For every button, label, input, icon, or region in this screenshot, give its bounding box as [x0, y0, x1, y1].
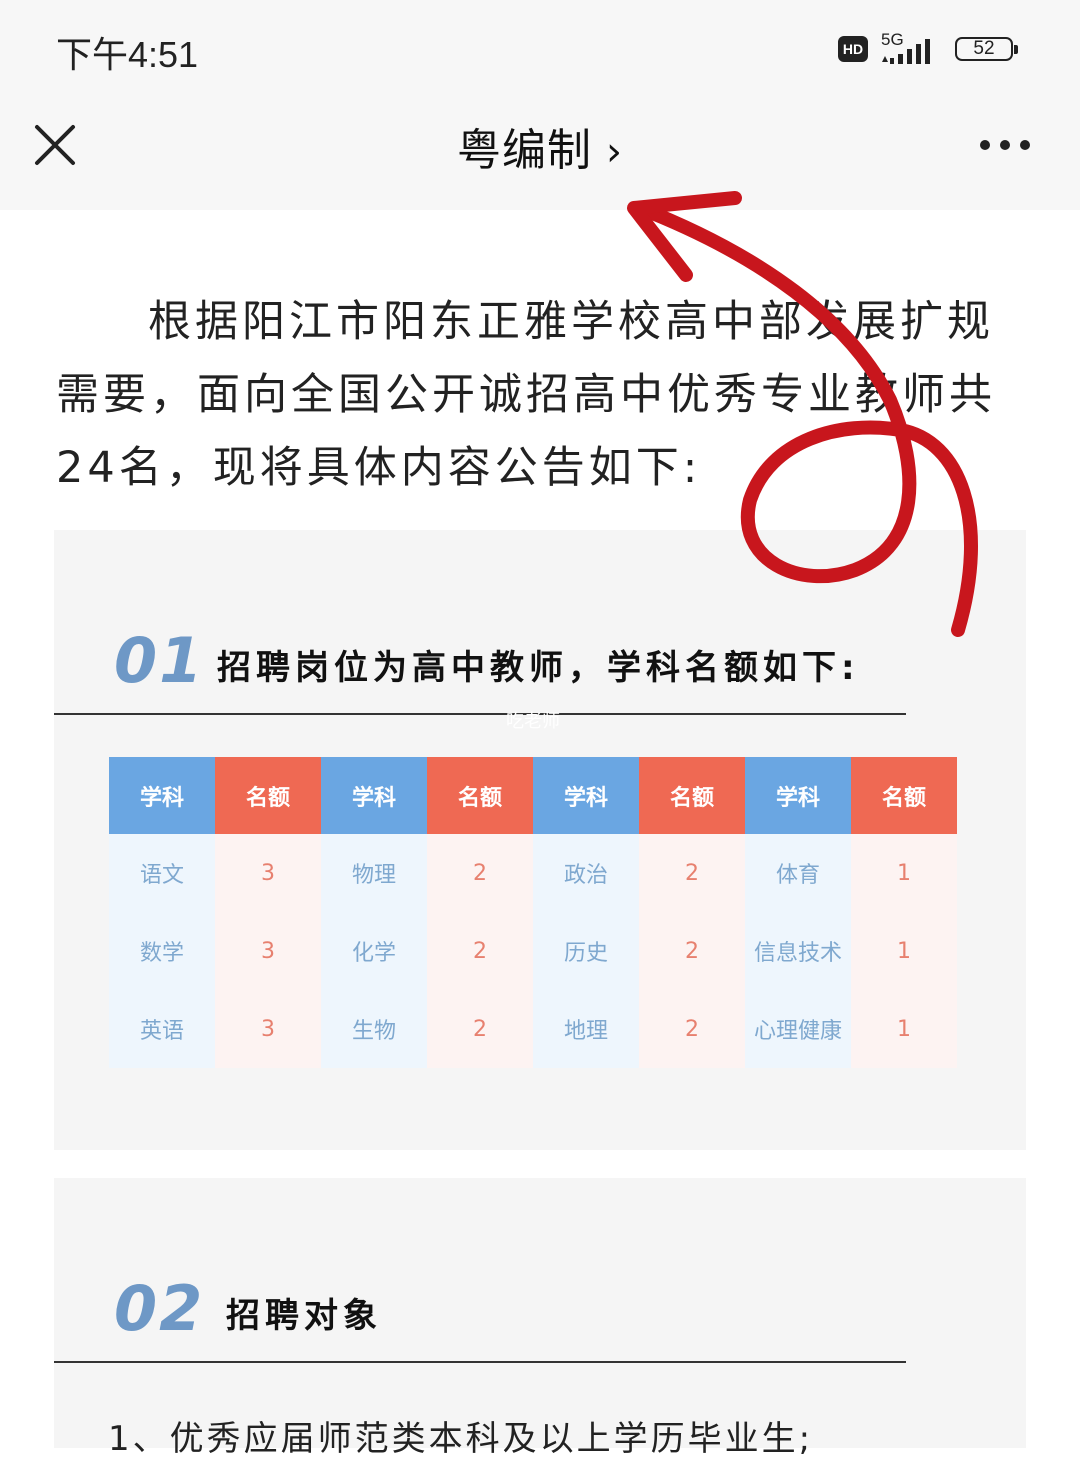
subject-cell: 数学 — [109, 912, 215, 990]
section-1-watermark: 吃老师 — [506, 711, 560, 732]
subject-cell: 历史 — [533, 912, 639, 990]
quota-cell: 3 — [215, 912, 321, 990]
battery-icon: 52 — [955, 37, 1013, 61]
quota-cell: 1 — [851, 912, 957, 990]
quota-cell: 1 — [851, 834, 957, 912]
section-1-card: 01 招聘岗位为高中教师，学科名额如下: 吃老师 学科 名额 学科 名额 学科 … — [54, 530, 1026, 1150]
header-quota: 名额 — [215, 757, 321, 834]
header-subject: 学科 — [321, 757, 427, 834]
table-row: 英语 3 生物 2 地理 2 心理健康 1 — [109, 990, 957, 1068]
header-subject: 学科 — [533, 757, 639, 834]
subject-cell: 信息技术 — [745, 912, 851, 990]
battery-level: 52 — [973, 38, 995, 59]
quota-cell: 2 — [639, 834, 745, 912]
list-item: 1、优秀应届师范类本科及以上学历毕业生; — [108, 1419, 814, 1459]
battery-tip — [1014, 45, 1018, 54]
header-quota: 名额 — [427, 757, 533, 834]
quota-cell: 2 — [427, 912, 533, 990]
chevron-right-icon: › — [606, 129, 623, 175]
subject-cell: 物理 — [321, 834, 427, 912]
nav-bar: 粤编制 › — [0, 100, 1080, 210]
subject-cell: 地理 — [533, 990, 639, 1068]
table-row: 语文 3 物理 2 政治 2 体育 1 — [109, 834, 957, 912]
section-2-card: 02 招聘对象 1、优秀应届师范类本科及以上学历毕业生; — [54, 1178, 1026, 1459]
quota-cell: 3 — [215, 834, 321, 912]
section-1-number: 01 — [114, 624, 205, 697]
subject-cell: 心理健康 — [745, 990, 851, 1068]
subject-cell: 体育 — [745, 834, 851, 912]
table-row: 数学 3 化学 2 历史 2 信息技术 1 — [109, 912, 957, 990]
account-title: 粤编制 — [457, 125, 592, 176]
quota-cell: 3 — [215, 990, 321, 1068]
subject-cell: 语文 — [109, 834, 215, 912]
account-title-link[interactable]: 粤编制 › — [0, 114, 1080, 178]
quota-cell: 2 — [427, 834, 533, 912]
more-icon[interactable] — [976, 130, 1036, 160]
header-subject: 学科 — [109, 757, 215, 834]
status-time: 下午4:51 — [56, 34, 199, 75]
header-quota: 名额 — [639, 757, 745, 834]
quota-cell: 2 — [639, 912, 745, 990]
header-quota: 名额 — [851, 757, 957, 834]
section-2-divider — [54, 1361, 906, 1363]
table-header-row: 学科 名额 学科 名额 学科 名额 学科 名额 — [109, 757, 957, 834]
section-1-divider — [54, 713, 906, 715]
subject-cell: 化学 — [321, 912, 427, 990]
intro-paragraph: 根据阳江市阳东正雅学校高中部发展扩规需要，面向全国公开诚招高中优秀专业教师共24… — [56, 297, 996, 493]
subject-cell: 政治 — [533, 834, 639, 912]
quota-table: 学科 名额 学科 名额 学科 名额 学科 名额 语文 3 物理 2 政治 2 体… — [109, 757, 957, 1068]
quota-cell: 2 — [639, 990, 745, 1068]
quota-cell: 1 — [851, 990, 957, 1068]
status-bar: 下午4:51 HD 5G 52 — [0, 0, 1080, 100]
section-2-number: 02 — [114, 1272, 205, 1345]
network-type: 5G — [881, 30, 904, 49]
section-2-title: 招聘对象 — [226, 1296, 382, 1336]
hd-badge: HD — [838, 36, 868, 62]
header-subject: 学科 — [745, 757, 851, 834]
quota-cell: 2 — [427, 990, 533, 1068]
subject-cell: 英语 — [109, 990, 215, 1068]
subject-cell: 生物 — [321, 990, 427, 1068]
section-1-title: 招聘岗位为高中教师，学科名额如下: — [217, 648, 860, 688]
